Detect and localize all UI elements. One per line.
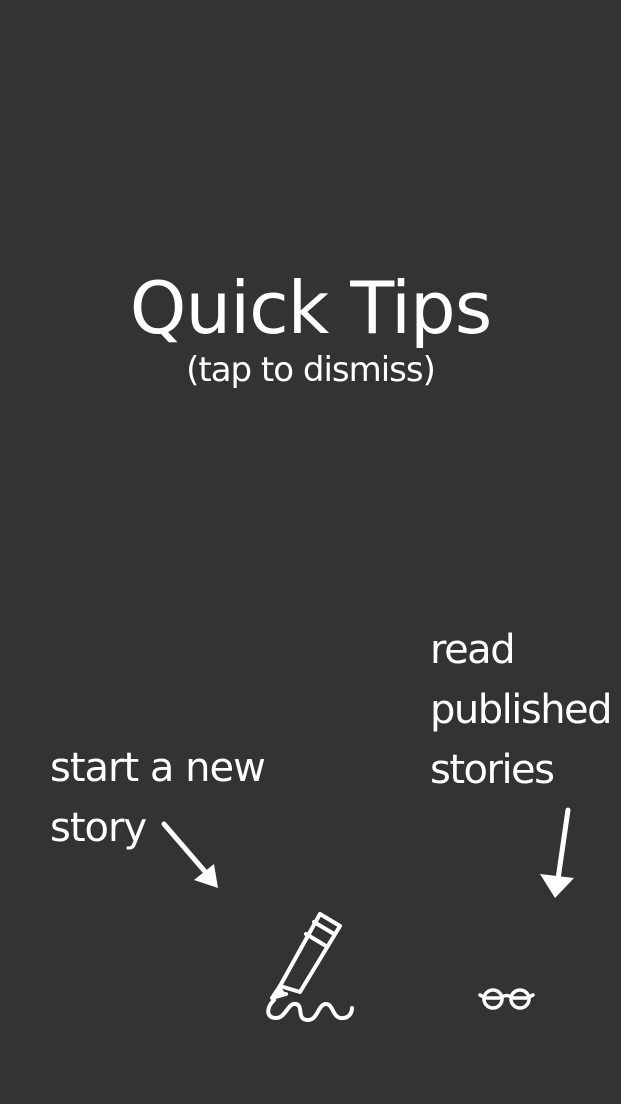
pencil-icon[interactable] <box>262 908 358 1026</box>
tip-read-stories: read published stories <box>430 620 620 800</box>
tip-read-stories-line2: published <box>430 687 613 733</box>
quick-tips-title: Quick Tips <box>129 266 492 350</box>
arrow-down-icon <box>540 807 574 898</box>
glasses-icon[interactable] <box>478 984 536 1012</box>
dismiss-hint: (tap to dismiss) <box>186 350 436 390</box>
tip-read-stories-line3: stories <box>430 747 555 793</box>
quick-tips-overlay[interactable]: Quick Tips (tap to dismiss) start a new … <box>0 0 621 1104</box>
tip-read-stories-line1: read <box>430 627 516 673</box>
tip-new-story-line1: start a new <box>50 745 266 791</box>
arrow-down-right-icon <box>161 821 218 888</box>
